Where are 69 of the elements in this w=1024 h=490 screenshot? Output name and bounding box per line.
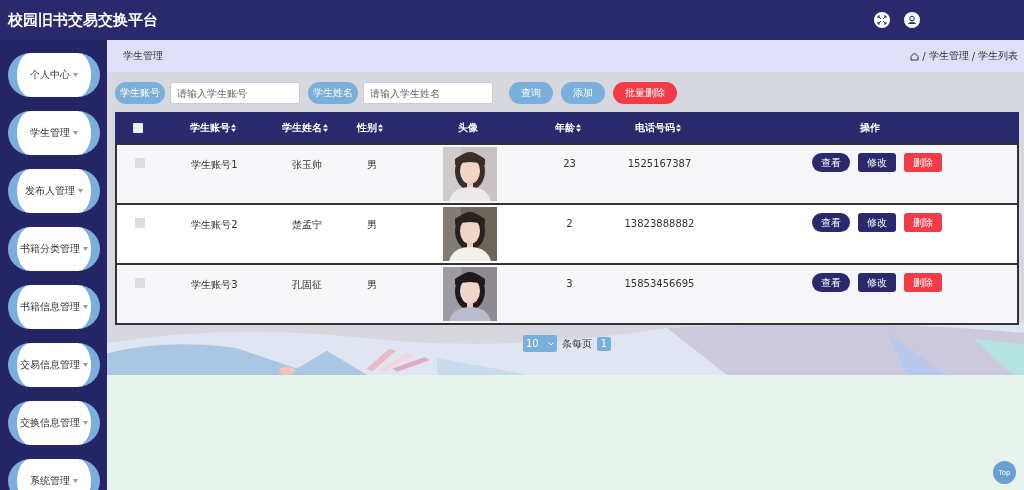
column-header[interactable]: 电话号码 [595,120,720,135]
app-title: 校园旧书交易交换平台 [8,10,159,30]
sidebar-item[interactable]: 个人中心 [7,53,100,97]
sort-icon [575,123,581,132]
checkbox[interactable] [134,158,145,168]
table-cell-text: 3 [565,277,574,289]
caret-icon [72,73,78,77]
column-header[interactable]: 性别 [345,120,395,135]
column-header[interactable]: 学生姓名 [265,120,345,135]
page-title: 学生管理 [123,49,164,63]
table-cell-text: 男 [366,158,378,172]
table-cell-text: 1525167387 [626,157,693,169]
delete-button[interactable]: 删除 [903,213,942,232]
caret-icon [82,363,88,367]
table-cell-text: 学生账号3 [190,278,239,292]
column-header[interactable]: 学生账号 [160,120,265,135]
checkbox[interactable] [134,218,145,228]
delete-button[interactable]: 删除 [903,273,942,292]
table-cell-text: 男 [366,278,378,292]
column-header[interactable]: 年龄 [540,120,595,135]
caret-icon [82,247,88,251]
batch-delete-button[interactable]: 批量删除 [613,82,677,104]
page-size-label: 条每页 [562,336,592,351]
column-header: 头像 [456,120,479,135]
edit-button[interactable]: 修改 [857,153,896,172]
edit-button[interactable]: 修改 [857,213,896,232]
sidebar-item[interactable]: 交换信息管理 [7,401,100,445]
sidebar-item[interactable]: 系统管理 [7,459,100,490]
table-cell-text: 楚孟宁 [291,218,323,232]
view-button[interactable]: 查看 [811,213,850,232]
edit-button[interactable]: 修改 [857,273,896,292]
breadcrumb-link[interactable]: 学生管理 [928,49,969,63]
table-cell-text: 23 [562,157,577,169]
search-field[interactable]: 请输入学生账号 [170,82,300,104]
caret-icon [72,479,78,483]
sidebar-item[interactable]: 书籍分类管理 [7,227,100,271]
caret-icon [82,305,88,309]
view-button[interactable]: 查看 [811,273,850,292]
sidebar-item[interactable]: 发布人管理 [7,169,100,213]
sort-icon [323,123,328,132]
caret-icon [72,131,78,135]
breadcrumb-separator: / [971,50,975,62]
caret-icon [77,189,83,193]
column-header: 操作 [858,120,881,135]
view-button[interactable]: 查看 [811,153,850,172]
table-cell-text: 15853456695 [623,277,696,289]
table-cell-text: 男 [366,218,378,232]
table-cell-text: 学生账号2 [190,218,239,232]
sidebar-item[interactable]: 交易信息管理 [7,343,100,387]
sort-icon [230,123,236,132]
breadcrumb-separator: / [922,50,926,62]
search-field[interactable]: 请输入学生姓名 [363,82,493,104]
sidebar-item[interactable]: 学生管理 [7,111,100,155]
table-cell-text: 2 [565,217,574,229]
sort-icon [675,123,681,132]
table-cell-text: 13823888882 [623,217,696,229]
table-cell-text: 学生账号1 [190,158,239,172]
home-icon[interactable] [910,51,920,61]
caret-icon [82,421,88,425]
chevron-down-icon [548,341,554,346]
sidebar-item[interactable]: 书籍信息管理 [7,285,100,329]
checkbox[interactable] [134,278,145,288]
sort-icon [378,123,383,132]
table-cell-text: 孔固征 [291,278,323,292]
delete-button[interactable]: 删除 [903,153,942,172]
table-cell-text: 张玉帅 [291,158,323,172]
field-label: 学生账号 [115,82,165,104]
field-label: 学生姓名 [308,82,358,104]
checkbox[interactable] [132,122,143,133]
